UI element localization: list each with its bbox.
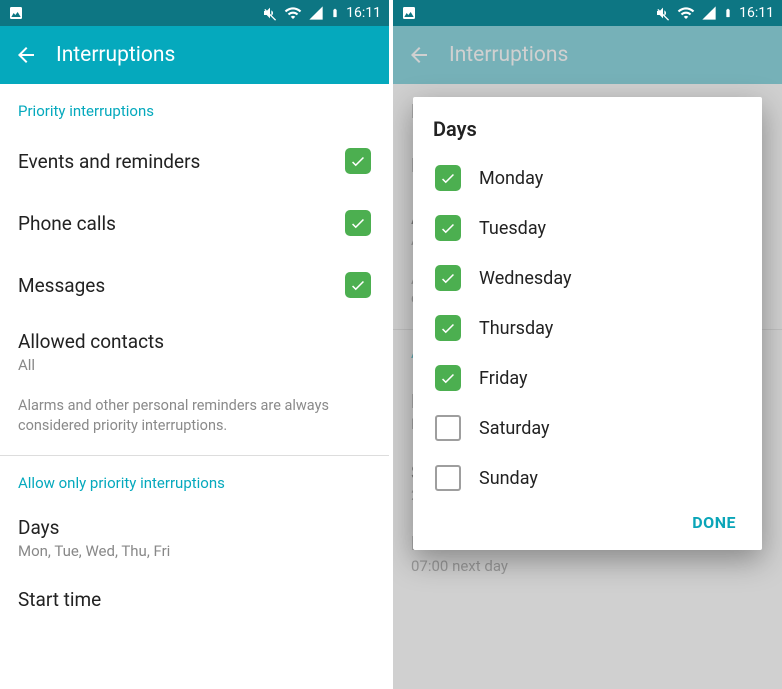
status-time: 16:11 bbox=[739, 5, 774, 21]
back-icon[interactable] bbox=[14, 43, 38, 67]
days-dialog: Days Monday Tuesday Wednesday Thursday F… bbox=[413, 97, 762, 550]
day-tuesday[interactable]: Tuesday bbox=[433, 203, 742, 253]
app-bar: Interruptions bbox=[0, 26, 389, 84]
day-wednesday[interactable]: Wednesday bbox=[433, 253, 742, 303]
checkbox-events[interactable] bbox=[345, 148, 371, 174]
checkbox-sunday[interactable] bbox=[435, 465, 461, 491]
checkbox-phone[interactable] bbox=[345, 210, 371, 236]
checkbox-monday[interactable] bbox=[435, 165, 461, 191]
mute-icon bbox=[262, 5, 278, 21]
page-title: Interruptions bbox=[56, 43, 175, 67]
checkbox-saturday[interactable] bbox=[435, 415, 461, 441]
row-days[interactable]: Days Mon, Tue, Wed, Thu, Fri bbox=[0, 502, 389, 574]
battery-icon bbox=[330, 4, 340, 22]
signal-icon bbox=[701, 5, 717, 21]
battery-icon bbox=[723, 4, 733, 22]
wifi-icon bbox=[284, 4, 302, 22]
checkbox-wednesday[interactable] bbox=[435, 265, 461, 291]
day-sunday[interactable]: Sunday bbox=[433, 453, 742, 503]
priority-note: Alarms and other personal reminders are … bbox=[0, 388, 389, 455]
checkbox-messages[interactable] bbox=[345, 272, 371, 298]
phone-left: 16:11 Interruptions Priority interruptio… bbox=[0, 0, 389, 689]
status-time: 16:11 bbox=[346, 5, 381, 21]
done-button[interactable]: DONE bbox=[433, 503, 742, 540]
phone-right: 16:11 Interruptions P M AAl Alco Al DNo … bbox=[393, 0, 782, 689]
image-icon bbox=[401, 5, 417, 21]
day-monday[interactable]: Monday bbox=[433, 153, 742, 203]
row-events[interactable]: Events and reminders bbox=[0, 130, 389, 192]
checkbox-thursday[interactable] bbox=[435, 315, 461, 341]
day-friday[interactable]: Friday bbox=[433, 353, 742, 403]
day-thursday[interactable]: Thursday bbox=[433, 303, 742, 353]
image-icon bbox=[8, 5, 24, 21]
wifi-icon bbox=[677, 4, 695, 22]
row-allowed-contacts[interactable]: Allowed contacts All bbox=[0, 316, 389, 388]
section-priority: Priority interruptions bbox=[0, 84, 389, 130]
status-bar: 16:11 bbox=[0, 0, 389, 26]
checkbox-friday[interactable] bbox=[435, 365, 461, 391]
status-bar: 16:11 bbox=[393, 0, 782, 26]
signal-icon bbox=[308, 5, 324, 21]
dialog-title: Days bbox=[433, 117, 742, 141]
row-start-time[interactable]: Start time bbox=[0, 574, 389, 641]
settings-list: Priority interruptions Events and remind… bbox=[0, 84, 389, 641]
checkbox-tuesday[interactable] bbox=[435, 215, 461, 241]
row-messages[interactable]: Messages bbox=[0, 254, 389, 316]
row-phone-calls[interactable]: Phone calls bbox=[0, 192, 389, 254]
section-allow-only: Allow only priority interruptions bbox=[0, 456, 389, 502]
day-saturday[interactable]: Saturday bbox=[433, 403, 742, 453]
mute-icon bbox=[655, 5, 671, 21]
